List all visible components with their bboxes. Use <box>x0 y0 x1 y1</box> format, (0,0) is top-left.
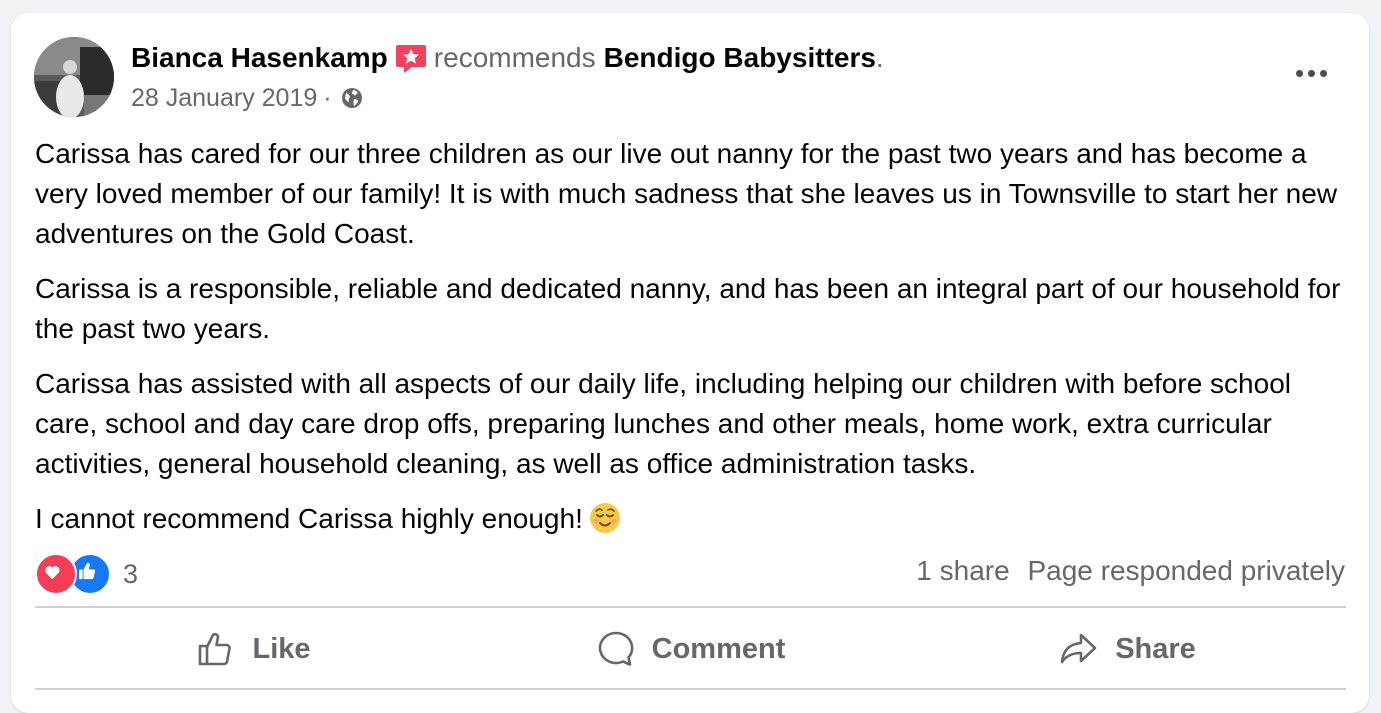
post-header: Bianca Hasenkamp recommends Bendigo Baby… <box>131 37 884 79</box>
more-dot-icon <box>1307 69 1315 77</box>
reaction-count: 3 <box>123 558 139 589</box>
header-period: . <box>875 42 884 73</box>
comment-label: Comment <box>651 632 786 665</box>
action-bar: Like Comment Share <box>35 613 1346 685</box>
page-response-status: Page responded privately <box>1027 555 1345 586</box>
post-body: Carissa has cared for our three children… <box>35 134 1345 554</box>
globe-icon[interactable] <box>340 86 364 110</box>
post-paragraph: Carissa has cared for our three children… <box>35 138 1338 249</box>
love-reaction-icon <box>35 553 77 595</box>
post-paragraph: Carissa is a responsible, reliable and d… <box>35 273 1341 344</box>
post-paragraph: Carissa has assisted with all aspects of… <box>35 368 1291 479</box>
more-dot-icon <box>1319 69 1327 77</box>
post-paragraph-last: I cannot recommend Carissa highly enough… <box>35 499 1345 539</box>
divider <box>35 688 1346 690</box>
avatar[interactable] <box>34 37 114 117</box>
like-button[interactable]: Like <box>35 613 472 685</box>
share-button[interactable]: Share <box>909 613 1346 685</box>
post-stats: 1 share Page responded privately <box>916 555 1345 587</box>
more-options-button[interactable] <box>1289 57 1333 89</box>
share-arrow-icon <box>1060 633 1097 664</box>
recommends-text: recommends <box>433 42 596 73</box>
share-count[interactable]: 1 share <box>916 555 1009 586</box>
page-name-link[interactable]: Bendigo Babysitters <box>604 37 876 79</box>
relieved-face-emoji-icon <box>589 503 620 533</box>
meta-separator: · <box>323 84 332 112</box>
comment-bubble-icon <box>598 631 634 666</box>
thumbs-up-icon <box>199 632 232 666</box>
comment-button[interactable]: Comment <box>472 613 909 685</box>
post-meta: 28 January 2019 · <box>131 81 364 115</box>
share-label: Share <box>1115 632 1196 665</box>
like-label: Like <box>252 632 311 665</box>
divider <box>35 606 1346 608</box>
post-date[interactable]: 28 January 2019 <box>131 81 317 115</box>
post-card: Bianca Hasenkamp recommends Bendigo Baby… <box>11 13 1369 713</box>
post-paragraph-text: I cannot recommend Carissa highly enough… <box>35 503 583 534</box>
recommendation-badge-icon <box>395 45 426 73</box>
avatar-photo <box>34 37 114 117</box>
more-dot-icon <box>1295 69 1303 77</box>
reaction-summary[interactable]: 3 <box>35 553 138 595</box>
author-name[interactable]: Bianca Hasenkamp <box>131 37 388 79</box>
